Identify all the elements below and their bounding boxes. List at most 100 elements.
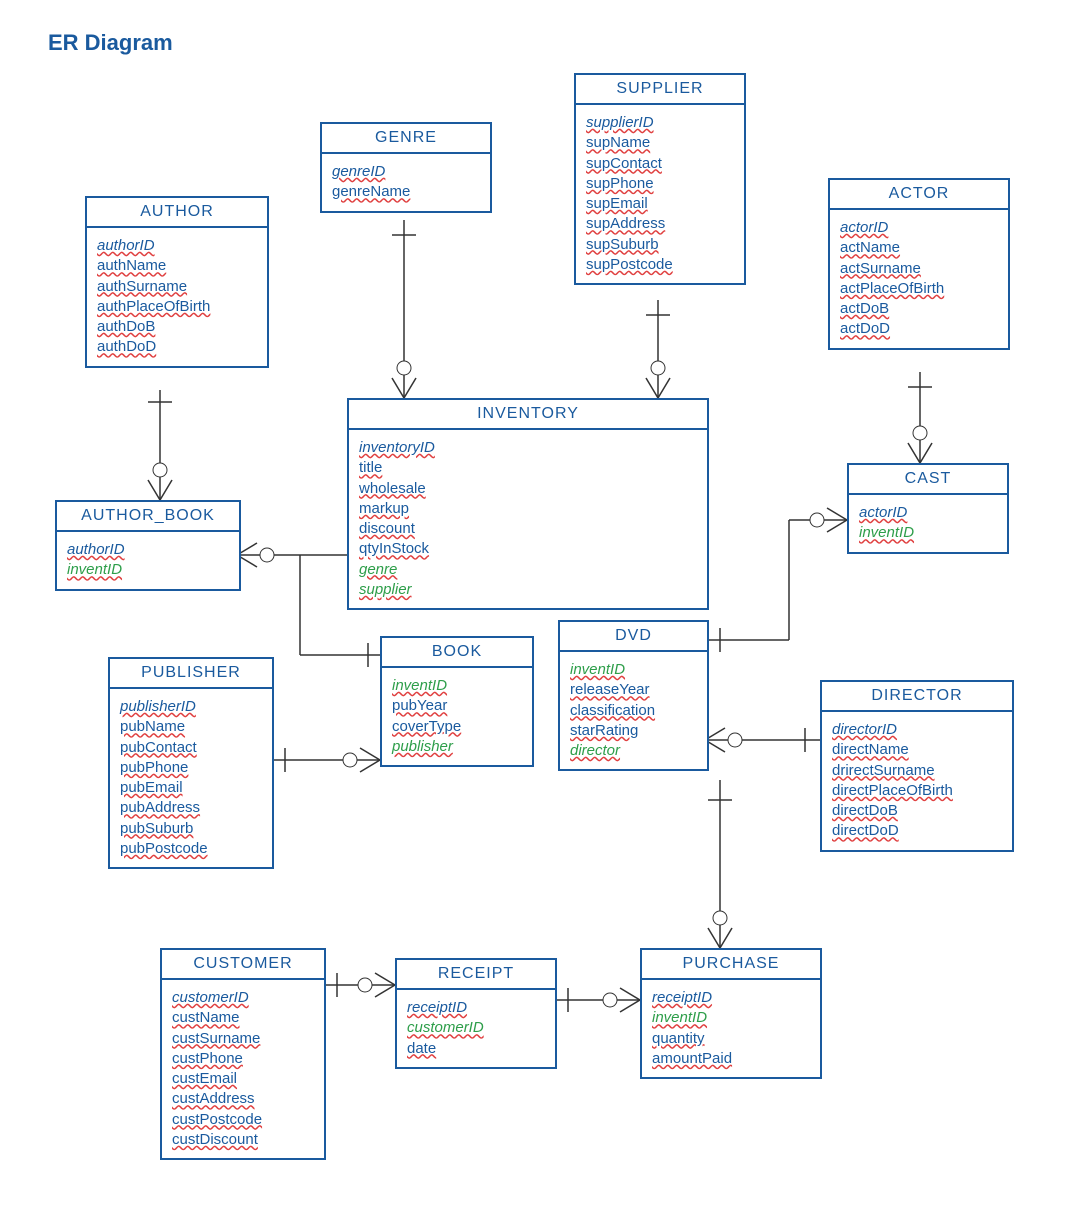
attr-customerID: customerID bbox=[172, 988, 314, 1008]
attr-actPlaceOfBirth: actPlaceOfBirth bbox=[840, 279, 998, 299]
attr-supPhone: supPhone bbox=[586, 174, 734, 194]
attr-pubContact: pubContact bbox=[120, 738, 262, 758]
attr-date: date bbox=[407, 1039, 545, 1059]
entity-actor: ACTORactorIDactNameactSurnameactPlaceOfB… bbox=[828, 178, 1010, 350]
entity-header: SUPPLIER bbox=[576, 75, 744, 105]
attr-supplierID: supplierID bbox=[586, 113, 734, 133]
entity-author: AUTHORauthorIDauthNameauthSurnameauthPla… bbox=[85, 196, 269, 368]
entity-header: DVD bbox=[560, 622, 707, 652]
entity-header: AUTHOR bbox=[87, 198, 267, 228]
entity-header: INVENTORY bbox=[349, 400, 707, 430]
entity-genre: GENREgenreIDgenreName bbox=[320, 122, 492, 213]
attr-authSurname: authSurname bbox=[97, 277, 257, 297]
attr-title: title bbox=[359, 458, 697, 478]
entity-header: CAST bbox=[849, 465, 1007, 495]
attr-qtyInStock: qtyInStock bbox=[359, 539, 697, 559]
attr-actorID: actorID bbox=[859, 503, 997, 523]
attr-actSurname: actSurname bbox=[840, 259, 998, 279]
entity-body: publisherIDpubNamepubContactpubPhonepubE… bbox=[110, 689, 272, 867]
attr-authorID: authorID bbox=[97, 236, 257, 256]
attr-directDoB: directDoB bbox=[832, 801, 1002, 821]
entity-author_book: AUTHOR_BOOKauthorIDinventID bbox=[55, 500, 241, 591]
entity-header: CUSTOMER bbox=[162, 950, 324, 980]
attr-custName: custName bbox=[172, 1008, 314, 1028]
entity-book: BOOKinventIDpubYearcoverTypepublisher bbox=[380, 636, 534, 767]
attr-pubAddress: pubAddress bbox=[120, 798, 262, 818]
attr-director: director bbox=[570, 741, 697, 761]
entity-header: PUBLISHER bbox=[110, 659, 272, 689]
entity-body: genreIDgenreName bbox=[322, 154, 490, 211]
entity-header: BOOK bbox=[382, 638, 532, 668]
entity-body: receiptIDinventIDquantityamountPaid bbox=[642, 980, 820, 1077]
attr-pubYear: pubYear bbox=[392, 696, 522, 716]
entity-body: inventIDpubYearcoverTypepublisher bbox=[382, 668, 532, 765]
attr-directorID: directorID bbox=[832, 720, 1002, 740]
attr-custEmail: custEmail bbox=[172, 1069, 314, 1089]
entity-body: actorIDinventID bbox=[849, 495, 1007, 552]
attr-supSuburb: supSuburb bbox=[586, 235, 734, 255]
attr-drirectSurname: drirectSurname bbox=[832, 761, 1002, 781]
attr-receiptID: receiptID bbox=[407, 998, 545, 1018]
attr-supContact: supContact bbox=[586, 154, 734, 174]
entity-purchase: PURCHASEreceiptIDinventIDquantityamountP… bbox=[640, 948, 822, 1079]
entity-publisher: PUBLISHERpublisherIDpubNamepubContactpub… bbox=[108, 657, 274, 869]
entity-dvd: DVDinventIDreleaseYearclassificationstar… bbox=[558, 620, 709, 771]
attr-actorID: actorID bbox=[840, 218, 998, 238]
entity-body: actorIDactNameactSurnameactPlaceOfBirtha… bbox=[830, 210, 1008, 348]
attr-actDoB: actDoB bbox=[840, 299, 998, 319]
entity-supplier: SUPPLIERsupplierIDsupNamesupContactsupPh… bbox=[574, 73, 746, 285]
attr-directDoD: directDoD bbox=[832, 821, 1002, 841]
attr-pubName: pubName bbox=[120, 717, 262, 737]
attr-pubSuburb: pubSuburb bbox=[120, 819, 262, 839]
attr-custPostcode: custPostcode bbox=[172, 1110, 314, 1130]
attr-directName: directName bbox=[832, 740, 1002, 760]
attr-custAddress: custAddress bbox=[172, 1089, 314, 1109]
entity-header: RECEIPT bbox=[397, 960, 555, 990]
attr-pubPhone: pubPhone bbox=[120, 758, 262, 778]
entity-body: directorIDdirectNamedrirectSurname direct… bbox=[822, 712, 1012, 850]
attr-actName: actName bbox=[840, 238, 998, 258]
attr-custDiscount: custDiscount bbox=[172, 1130, 314, 1150]
attr-supEmail: supEmail bbox=[586, 194, 734, 214]
entity-body: receiptIDcustomerIDdate bbox=[397, 990, 555, 1067]
attr-publisher: publisher bbox=[392, 737, 522, 757]
attr-inventoryID: inventoryID bbox=[359, 438, 697, 458]
entity-body: inventoryIDtitlewholesalemarkupdiscountq… bbox=[349, 430, 707, 608]
attr-customerID: customerID bbox=[407, 1018, 545, 1038]
attr-publisherID: publisherID bbox=[120, 697, 262, 717]
entity-body: inventIDreleaseYearclassificationstarRat… bbox=[560, 652, 707, 769]
entity-header: PURCHASE bbox=[642, 950, 820, 980]
attr-discount: discount bbox=[359, 519, 697, 539]
entity-header: ACTOR bbox=[830, 180, 1008, 210]
attr-releaseYear: releaseYear bbox=[570, 680, 697, 700]
entity-body: customerIDcustNamecustSurnamecustPhonecu… bbox=[162, 980, 324, 1158]
entity-header: GENRE bbox=[322, 124, 490, 154]
attr-custSurname: custSurname bbox=[172, 1029, 314, 1049]
attr-supplier: supplier bbox=[359, 580, 697, 600]
entity-body: authorIDinventID bbox=[57, 532, 239, 589]
attr-inventID: inventID bbox=[652, 1008, 810, 1028]
entity-body: authorIDauthNameauthSurnameauthPlaceOfBi… bbox=[87, 228, 267, 366]
entity-header: AUTHOR_BOOK bbox=[57, 502, 239, 532]
attr-pubPostcode: pubPostcode bbox=[120, 839, 262, 859]
attr-genreName: genreName bbox=[332, 182, 480, 202]
page-title: ER Diagram bbox=[48, 30, 173, 56]
attr-inventID: inventID bbox=[67, 560, 229, 580]
entity-receipt: RECEIPTreceiptIDcustomerIDdate bbox=[395, 958, 557, 1069]
attr-supAddress: supAddress bbox=[586, 214, 734, 234]
attr-authName: authName bbox=[97, 256, 257, 276]
attr-supName: supName bbox=[586, 133, 734, 153]
entity-director: DIRECTORdirectorIDdirectNamedrirectSurna… bbox=[820, 680, 1014, 852]
attr-supPostcode: supPostcode bbox=[586, 255, 734, 275]
attr-inventID: inventID bbox=[392, 676, 522, 696]
attr-authDoB: authDoB bbox=[97, 317, 257, 337]
attr-quantity: quantity bbox=[652, 1029, 810, 1049]
attr-classification: classification bbox=[570, 701, 697, 721]
entity-body: supplierIDsupNamesupContactsupPhonesupEm… bbox=[576, 105, 744, 283]
attr-markup: markup bbox=[359, 499, 697, 519]
entity-header: DIRECTOR bbox=[822, 682, 1012, 712]
attr-actDoD: actDoD bbox=[840, 319, 998, 339]
attr-receiptID: receiptID bbox=[652, 988, 810, 1008]
attr-pubEmail: pubEmail bbox=[120, 778, 262, 798]
attr-inventID: inventID bbox=[859, 523, 997, 543]
